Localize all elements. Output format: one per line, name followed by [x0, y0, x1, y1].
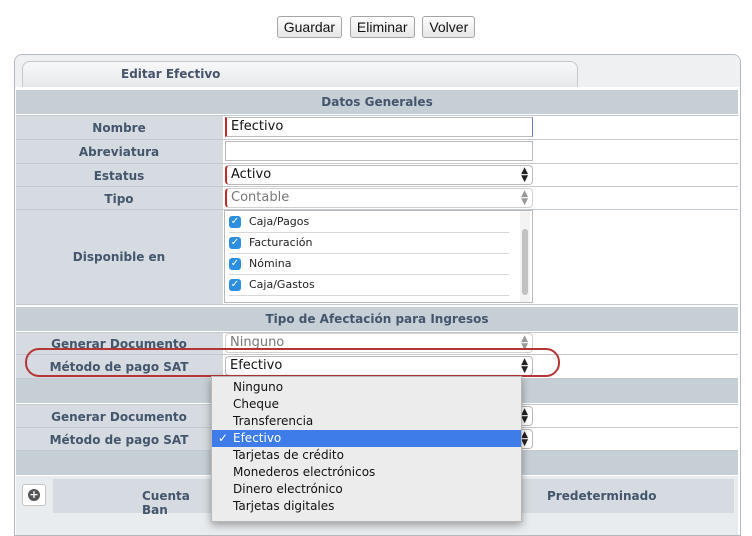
tipo-label: Tipo	[104, 192, 134, 206]
tab-editar-efectivo[interactable]: Editar Efectivo	[22, 61, 578, 87]
option-label: Dinero electrónico	[233, 482, 343, 496]
checkbox-checked-icon[interactable]: ✓	[229, 279, 241, 291]
column-header-label: Predeterminado	[547, 489, 657, 503]
dropdown-option[interactable]: Transferencia	[212, 413, 521, 430]
back-button[interactable]: Volver	[422, 16, 476, 38]
option-label: Transferencia	[233, 414, 314, 428]
column-header-predeterminado[interactable]: Predeterminado	[522, 479, 734, 513]
highlight-annotation	[25, 348, 560, 377]
dropdown-option[interactable]: Monederos electrónicos	[212, 464, 521, 481]
list-item[interactable]: ✓ Caja/Gastos	[229, 275, 509, 296]
section-title: Tipo de Afectación para Ingresos	[265, 312, 489, 326]
option-label: Cheque	[233, 397, 279, 411]
list-item-label: Caja/Gastos	[249, 278, 315, 291]
checkbox-checked-icon[interactable]: ✓	[229, 258, 241, 270]
panel-header: Editar Efectivo	[15, 55, 740, 87]
nombre-label: Nombre	[92, 121, 146, 135]
select-arrows-icon: ▲ ▼	[521, 430, 528, 448]
dropdown-option-selected[interactable]: ✓ Efectivo	[212, 430, 521, 447]
nombre-value: Efectivo	[231, 119, 284, 134]
option-label: Tarjetas de crédito	[233, 448, 344, 462]
dropdown-option[interactable]: Tarjetas digitales	[212, 498, 521, 515]
section-ingresos: Tipo de Afectación para Ingresos	[16, 307, 738, 331]
abreviatura-label: Abreviatura	[78, 145, 160, 159]
column-header-cuenta[interactable]: Cuenta Ban	[53, 479, 211, 517]
row-nombre: Nombre Efectivo	[16, 115, 738, 140]
tipo-select[interactable]: Contable ▲ ▼	[225, 188, 533, 208]
estatus-select[interactable]: Activo ▲ ▼	[225, 165, 533, 185]
select-arrows-icon: ▲ ▼	[521, 407, 528, 425]
column-header-label: Cuenta Ban	[142, 489, 190, 517]
estatus-value: Activo	[231, 167, 272, 182]
dropdown-option[interactable]: Ninguno	[212, 379, 521, 396]
list-item-label: Facturación	[249, 236, 313, 249]
disponible-label: Disponible en	[72, 250, 166, 264]
checkbox-checked-icon[interactable]: ✓	[229, 237, 241, 249]
disponible-listbox[interactable]: ✓ Caja/Pagos ✓ Facturación ✓ Nómina ✓ Ca…	[224, 210, 533, 303]
select-arrows-icon: ▲ ▼	[521, 189, 528, 207]
generar-documento-label: Generar Documento	[51, 410, 187, 424]
row-abreviatura: Abreviatura	[16, 139, 738, 164]
tipo-value: Contable	[231, 190, 290, 205]
nombre-input[interactable]: Efectivo	[225, 117, 533, 137]
section-title: Datos Generales	[321, 95, 433, 109]
delete-button[interactable]: Eliminar	[349, 16, 415, 38]
save-button[interactable]: Guardar	[276, 16, 343, 38]
option-label: Ninguno	[233, 380, 284, 394]
checkmark-icon: ✓	[218, 431, 229, 445]
section-datos-generales: Datos Generales	[16, 90, 738, 114]
option-label: Tarjetas digitales	[233, 499, 335, 513]
dropdown-option[interactable]: Tarjetas de crédito	[212, 447, 521, 464]
estatus-label: Estatus	[93, 169, 145, 183]
dropdown-option[interactable]: Dinero electrónico	[212, 481, 521, 498]
list-item[interactable]: ✓ Facturación	[229, 233, 509, 254]
toolbar: Guardar Eliminar Volver	[0, 16, 752, 38]
checkbox-checked-icon[interactable]: ✓	[229, 216, 241, 228]
dropdown-option[interactable]: Cheque	[212, 396, 521, 413]
scrollbar-thumb[interactable]	[522, 229, 528, 295]
abreviatura-input[interactable]	[225, 141, 533, 161]
list-item-label: Nómina	[249, 257, 292, 270]
metodo-pago-dropdown[interactable]: Ninguno Cheque Transferencia ✓ Efectivo …	[211, 376, 522, 522]
list-item[interactable]: ✓ Nómina	[229, 254, 509, 275]
row-estatus: Estatus Activo ▲ ▼	[16, 163, 738, 187]
row-tipo: Tipo Contable ▲ ▼	[16, 186, 738, 210]
select-arrows-icon: ▲ ▼	[521, 166, 528, 184]
metodo-pago-label: Método de pago SAT	[49, 433, 189, 447]
add-bank-account-button[interactable]: +	[22, 484, 46, 506]
option-label: Monederos electrónicos	[233, 465, 376, 479]
option-label: Efectivo	[233, 431, 282, 445]
list-item[interactable]: ✓ Caja/Pagos	[229, 212, 509, 233]
plus-circle-icon: +	[28, 488, 40, 501]
list-item-label: Caja/Pagos	[249, 215, 310, 228]
tab-label: Editar Efectivo	[121, 67, 221, 81]
